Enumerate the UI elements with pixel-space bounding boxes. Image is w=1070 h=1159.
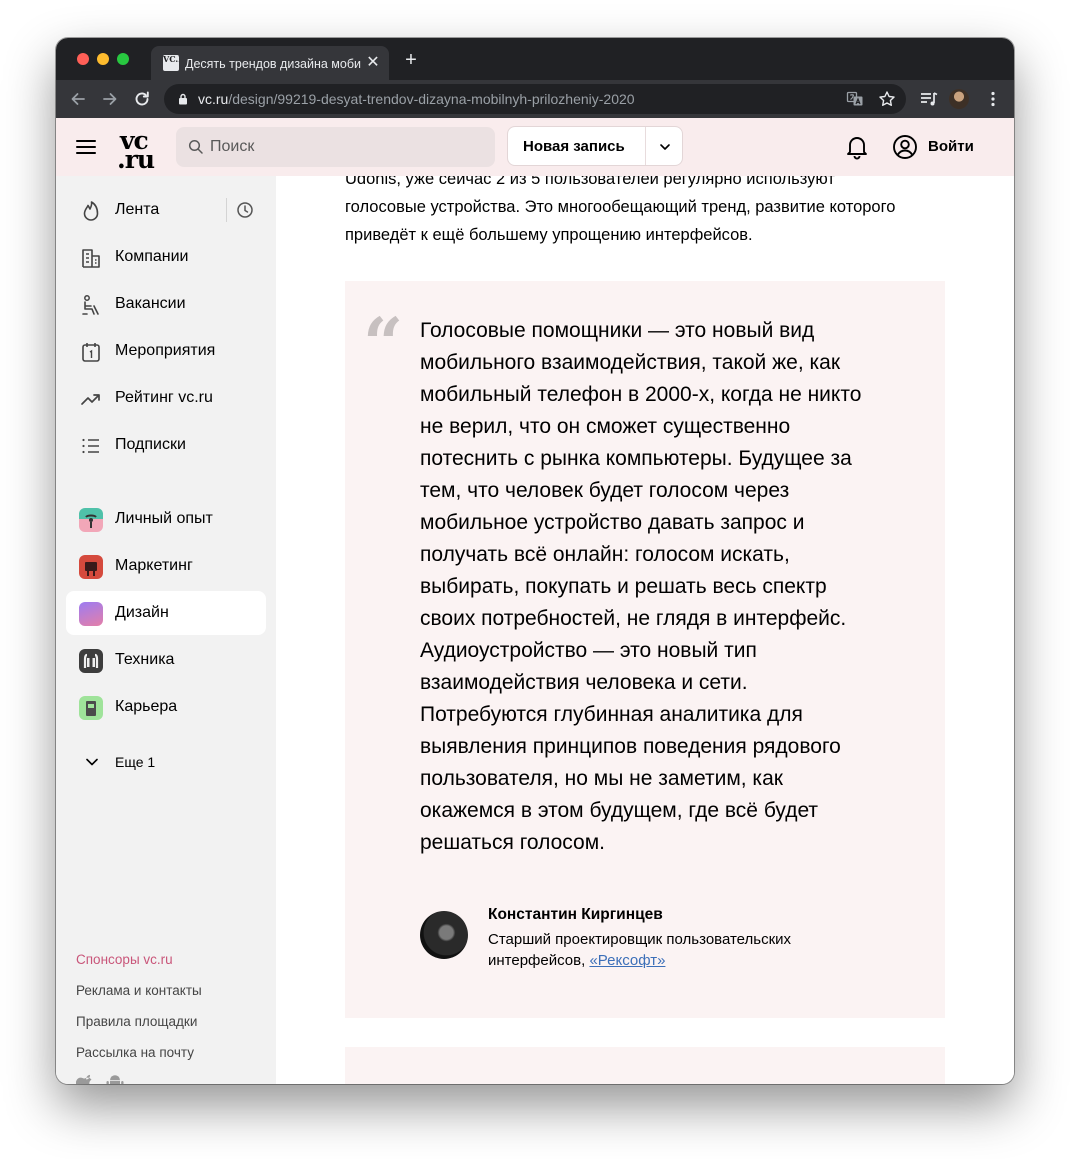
back-icon[interactable] (68, 89, 88, 109)
calendar-icon (82, 343, 100, 362)
url-host: vc.ru (198, 91, 229, 107)
login-label: Войти (928, 138, 974, 155)
ads-contacts-link[interactable]: Реклама и контакты (76, 983, 202, 998)
media-playlist-icon[interactable] (919, 89, 939, 109)
marketing-avatar-icon (79, 555, 103, 579)
sponsors-link[interactable]: Спонсоры vc.ru (76, 952, 173, 967)
sidebar-item-label: Мероприятия (115, 342, 216, 359)
clock-icon[interactable] (236, 201, 254, 219)
sidebar-item-label: Личный опыт (115, 510, 213, 527)
design-avatar-icon (79, 602, 103, 626)
sidebar-item-design[interactable]: Дизайн (66, 591, 266, 635)
chevron-down-icon (86, 758, 98, 766)
sidebar-item-label: Компании (115, 248, 189, 265)
url-text: vc.ru/design/99219-desyat-trendov-dizayn… (198, 90, 635, 108)
tech-avatar-icon (79, 649, 103, 673)
sidebar-item-personal-experience[interactable]: Личный опыт (66, 497, 266, 541)
sidebar-item-career[interactable]: Карьера (66, 685, 266, 729)
article-paragraph: Udonis, уже сейчас 2 из 5 пользователей … (345, 176, 896, 244)
sidebar-item-label: Техника (115, 651, 175, 668)
show-more-label: Еще 1 (115, 754, 156, 770)
sidebar-item-events[interactable]: Мероприятия (66, 329, 266, 373)
author-name: Константин Киргинцев (488, 906, 663, 923)
career-avatar-icon (79, 696, 103, 720)
user-icon (893, 135, 917, 159)
translate-icon[interactable] (846, 90, 864, 108)
trending-icon (81, 394, 100, 405)
vc-logo[interactable]: vc .ru (117, 126, 157, 174)
quote-text: Голосовые помощники — это новый вид моби… (420, 319, 862, 854)
hamburger-menu-icon[interactable] (76, 138, 98, 156)
reload-icon[interactable] (132, 89, 152, 109)
sidebar-item-label: Подписки (115, 436, 186, 453)
list-icon (82, 438, 99, 454)
sidebar-item-label: Карьера (115, 698, 178, 715)
search-box[interactable] (176, 127, 495, 167)
new-post-divider (645, 127, 646, 165)
browser-window: VC.RU Десять трендов дизайна мобильных п… (56, 38, 1014, 1084)
quote-mark-icon: “ (363, 302, 404, 385)
chevron-down-icon[interactable] (658, 140, 672, 154)
sidebar-item-rating[interactable]: Рейтинг vc.ru (66, 376, 266, 420)
logo-line-2: .ru (117, 145, 155, 174)
chair-icon (82, 295, 99, 315)
forward-icon[interactable] (100, 89, 120, 109)
lock-icon (179, 93, 187, 105)
sidebar-item-label: Маркетинг (115, 557, 193, 574)
sidebar-item-tech[interactable]: Техника (66, 638, 266, 682)
article-content: Udonis, уже сейчас 2 из 5 пользователей … (276, 176, 1014, 1084)
site-header: vc .ru Новая запись (56, 118, 1014, 176)
sidebar-item-label: Дизайн (115, 604, 169, 621)
personal-experience-avatar-icon (79, 508, 103, 532)
close-window-button[interactable] (77, 53, 89, 65)
zoom-window-button[interactable] (117, 53, 129, 65)
building-icon (82, 249, 100, 268)
quote-block: “ Голосовые помощники — это новый вид мо… (345, 281, 945, 1018)
next-quote-block (345, 1047, 945, 1084)
search-icon (188, 139, 203, 154)
author-role: Старший проектировщик пользовательских и… (488, 929, 848, 971)
author-avatar (420, 911, 468, 959)
minimize-window-button[interactable] (97, 53, 109, 65)
android-icon[interactable] (106, 1074, 124, 1084)
sidebar-item-feed[interactable]: Лента (66, 188, 266, 232)
favicon-icon: VC.RU (163, 55, 179, 71)
new-tab-button[interactable]: + (401, 50, 421, 70)
tab-title: Десять трендов дизайна мобильных приложе… (185, 57, 361, 71)
sidebar-item-companies[interactable]: Компании (66, 235, 266, 279)
profile-avatar[interactable] (949, 89, 969, 109)
url-path: /design/99219-desyat-trendov-dizayna-mob… (228, 91, 635, 107)
search-input[interactable] (210, 136, 480, 158)
sidebar: Лента Компании Вакансии Мероприятия Рейт… (56, 176, 276, 1084)
company-link[interactable]: «Рексофт» (589, 952, 665, 969)
sidebar-item-marketing[interactable]: Маркетинг (66, 544, 266, 588)
show-more-button[interactable]: Еще 1 (66, 746, 266, 780)
rules-link[interactable]: Правила площадки (76, 1014, 197, 1029)
browser-tab[interactable]: VC.RU Десять трендов дизайна мобильных п… (151, 46, 389, 80)
url-field[interactable]: vc.ru/design/99219-desyat-trendov-dizayn… (164, 84, 906, 114)
address-bar: vc.ru/design/99219-desyat-trendov-dizayn… (56, 80, 1014, 118)
sidebar-item-label: Вакансии (115, 295, 186, 312)
new-post-label: Новая запись (523, 138, 625, 155)
bell-icon[interactable] (845, 134, 869, 160)
divider (226, 198, 227, 222)
fire-icon (83, 201, 99, 221)
new-post-button[interactable]: Новая запись (507, 126, 683, 166)
sidebar-item-vacancies[interactable]: Вакансии (66, 282, 266, 326)
kebab-menu-icon[interactable] (983, 89, 1003, 109)
apple-icon[interactable] (76, 1074, 94, 1084)
sidebar-item-subscriptions[interactable]: Подписки (66, 423, 266, 467)
newsletter-link[interactable]: Рассылка на почту (76, 1045, 194, 1060)
sidebar-item-label: Лента (115, 201, 160, 218)
sidebar-item-label: Рейтинг vc.ru (115, 389, 213, 406)
tab-close-icon[interactable]: ✕ (363, 53, 383, 73)
bookmark-star-icon[interactable] (878, 90, 896, 108)
tab-bar: VC.RU Десять трендов дизайна мобильных п… (56, 38, 1014, 80)
